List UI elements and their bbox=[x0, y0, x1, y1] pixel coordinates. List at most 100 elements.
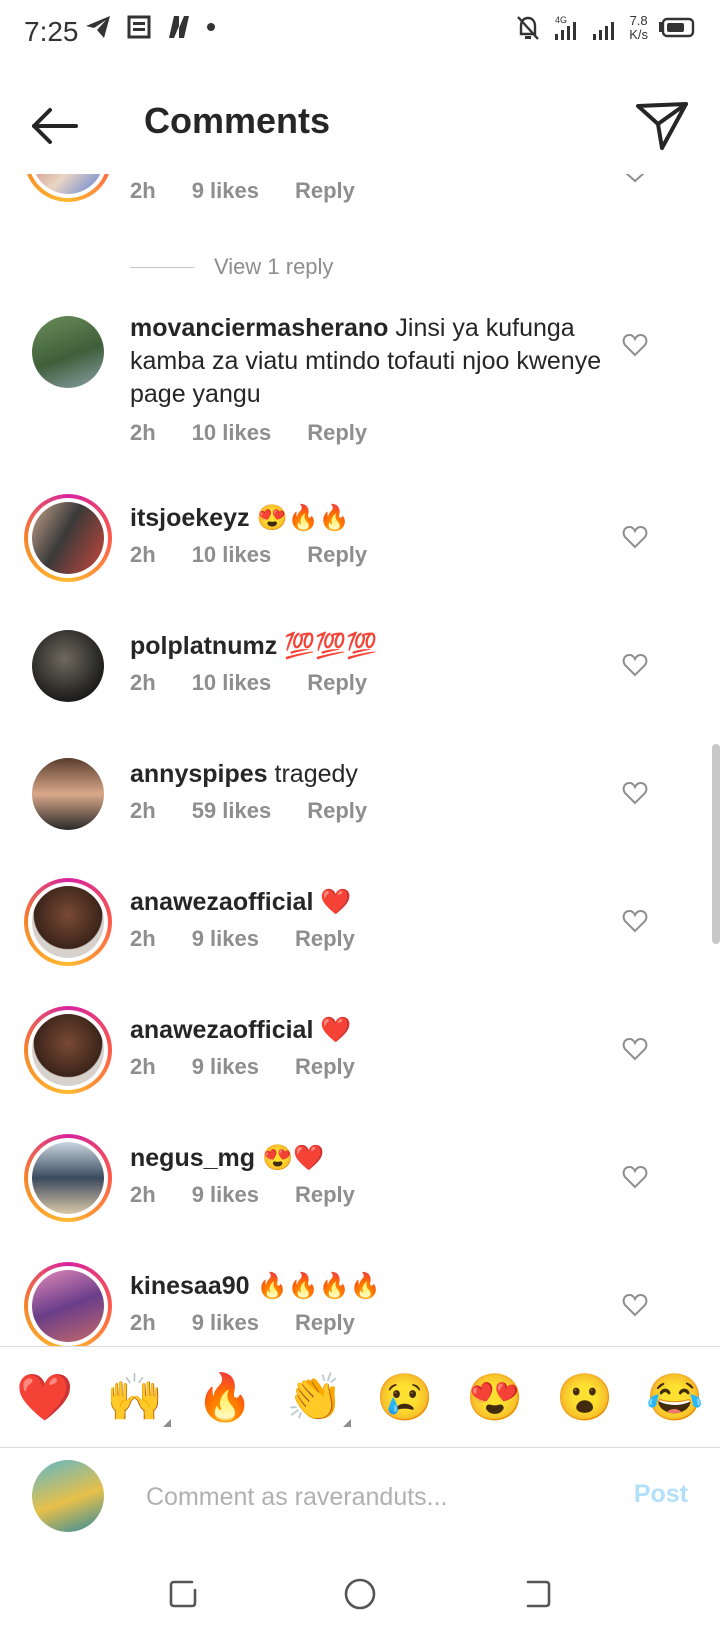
comment-reply[interactable]: Reply bbox=[295, 1182, 355, 1208]
scrollbar[interactable] bbox=[712, 744, 720, 944]
comment-text: movanciermasherano Jinsi ya kufunga kamb… bbox=[130, 312, 630, 411]
comment-username[interactable]: polplatnumz bbox=[130, 632, 277, 660]
emoji-heart: ❤️ bbox=[16, 1370, 74, 1423]
comment-reply[interactable]: Reply bbox=[295, 178, 355, 204]
comment-item-partial: 2h 9 likes Reply View 1 reply bbox=[0, 174, 720, 314]
comment-time: 2h bbox=[130, 926, 156, 951]
post-button[interactable]: Post bbox=[634, 1480, 688, 1509]
emoji-laughing: 😂 bbox=[646, 1370, 704, 1423]
chevron-down-icon[interactable] bbox=[622, 174, 648, 190]
comment-meta: 2h 9 likes Reply bbox=[130, 1182, 391, 1208]
comment-time: 2h bbox=[130, 1310, 156, 1335]
comment-likes[interactable]: 10 likes bbox=[192, 420, 272, 446]
divider bbox=[130, 266, 194, 268]
status-bar: 7:25 4G 7.8 K/s bbox=[0, 0, 720, 64]
view-replies-label: View 1 reply bbox=[214, 254, 334, 279]
heart-icon[interactable] bbox=[622, 780, 648, 806]
comment-body: 😍❤️ bbox=[261, 1144, 325, 1172]
comment-time: 2h bbox=[130, 178, 156, 203]
comment-text: itsjoekeyz 😍🔥🔥 bbox=[130, 502, 630, 535]
heart-icon[interactable] bbox=[622, 524, 648, 550]
heart-icon[interactable] bbox=[622, 908, 648, 934]
comment-likes[interactable]: 9 likes bbox=[192, 926, 259, 952]
comment-text: annyspipes tragedy bbox=[130, 758, 630, 791]
comment-likes[interactable]: 9 likes bbox=[192, 1054, 259, 1080]
comment-reply[interactable]: Reply bbox=[307, 420, 367, 446]
heart-icon[interactable] bbox=[622, 1292, 648, 1318]
comment-username[interactable]: movanciermasherano bbox=[130, 314, 388, 342]
header-bar: Comments bbox=[0, 64, 720, 174]
system-nav-bar bbox=[0, 1546, 720, 1640]
network-speed-value: 7.8 bbox=[629, 13, 648, 28]
emoji-fire-button[interactable]: 🔥 bbox=[185, 1370, 265, 1425]
page-title: Comments bbox=[144, 100, 331, 141]
comment-likes[interactable]: 9 likes bbox=[192, 1310, 259, 1336]
comment-input[interactable] bbox=[144, 1476, 588, 1518]
comment-reply[interactable]: Reply bbox=[307, 670, 367, 696]
comment-username[interactable]: anawezaofficial bbox=[130, 1016, 313, 1044]
comment-reply[interactable]: Reply bbox=[295, 926, 355, 952]
comment-username[interactable]: annyspipes bbox=[130, 760, 268, 788]
emoji-clap: 👏 bbox=[286, 1370, 344, 1423]
comment-username[interactable]: itsjoekeyz bbox=[130, 504, 250, 532]
avatar[interactable] bbox=[24, 1262, 112, 1346]
direct-share-icon[interactable] bbox=[632, 94, 692, 154]
heart-icon[interactable] bbox=[622, 332, 648, 358]
comment-likes[interactable]: 10 likes bbox=[192, 542, 272, 568]
comment-body: 💯💯💯 bbox=[284, 632, 378, 660]
news-icon bbox=[127, 15, 151, 39]
network-speed: 7.8 K/s bbox=[629, 14, 648, 42]
avatar[interactable] bbox=[24, 174, 112, 202]
avatar[interactable] bbox=[24, 878, 112, 966]
comment-meta: 2h 9 likes Reply bbox=[130, 1054, 391, 1080]
comment-item: kinesaa90 🔥🔥🔥🔥 2h 9 likes Reply bbox=[0, 1262, 720, 1346]
comments-list[interactable]: 2h 9 likes Reply View 1 reply movancierm… bbox=[0, 174, 720, 1346]
avatar[interactable] bbox=[24, 1006, 112, 1094]
comment-meta: 2h 59 likes Reply bbox=[130, 798, 403, 824]
avatar[interactable] bbox=[32, 758, 104, 830]
network-speed-unit: K/s bbox=[629, 27, 648, 42]
comment-reply[interactable]: Reply bbox=[307, 542, 367, 568]
avatar[interactable] bbox=[24, 1134, 112, 1222]
avatar[interactable] bbox=[32, 316, 104, 388]
avatar[interactable] bbox=[24, 494, 112, 582]
comment-reply[interactable]: Reply bbox=[295, 1310, 355, 1336]
comment-meta: 2h 9 likes Reply bbox=[130, 1310, 391, 1336]
comment-body: 😍🔥🔥 bbox=[256, 504, 350, 532]
emoji-crying-button[interactable]: 😢 bbox=[365, 1370, 445, 1425]
back-arrow-icon[interactable] bbox=[28, 98, 84, 154]
comment-time: 2h bbox=[130, 542, 156, 567]
comment-item: movanciermasherano Jinsi ya kufunga kamb… bbox=[0, 312, 720, 472]
heart-icon[interactable] bbox=[622, 1164, 648, 1190]
emoji-crying: 😢 bbox=[376, 1370, 434, 1423]
status-notification-icons bbox=[84, 14, 216, 40]
recent-apps-icon[interactable] bbox=[166, 1576, 202, 1612]
heart-icon[interactable] bbox=[622, 652, 648, 678]
emoji-reaction-bar: ❤️ 🙌 🔥 👏 😢 😍 😮 😂 bbox=[0, 1346, 720, 1448]
emoji-heart-eyes-button[interactable]: 😍 bbox=[455, 1370, 535, 1425]
emoji-raising-hands-button[interactable]: 🙌 bbox=[95, 1370, 175, 1427]
comment-likes[interactable]: 9 likes bbox=[192, 1182, 259, 1208]
comment-username[interactable]: kinesaa90 bbox=[130, 1272, 250, 1300]
comment-likes[interactable]: 9 likes bbox=[192, 178, 259, 204]
status-system-icons: 4G 7.8 K/s bbox=[515, 14, 696, 42]
back-nav-icon[interactable] bbox=[518, 1576, 554, 1612]
comment-reply[interactable]: Reply bbox=[295, 1054, 355, 1080]
view-replies-button[interactable]: View 1 reply bbox=[130, 254, 333, 280]
comment-time: 2h bbox=[130, 670, 156, 695]
home-icon[interactable] bbox=[342, 1576, 378, 1612]
comment-likes[interactable]: 10 likes bbox=[192, 670, 272, 696]
comment-username[interactable]: negus_mg bbox=[130, 1144, 255, 1172]
emoji-laughing-button[interactable]: 😂 bbox=[635, 1370, 715, 1425]
emoji-surprised-button[interactable]: 😮 bbox=[545, 1370, 625, 1425]
emoji-clap-button[interactable]: 👏 bbox=[275, 1370, 355, 1427]
comment-likes[interactable]: 59 likes bbox=[192, 798, 272, 824]
emoji-surprised: 😮 bbox=[556, 1370, 614, 1423]
emoji-heart-button[interactable]: ❤️ bbox=[5, 1370, 85, 1425]
comment-reply[interactable]: Reply bbox=[307, 798, 367, 824]
heart-icon[interactable] bbox=[622, 1036, 648, 1062]
comment-body: ❤️ bbox=[320, 1016, 352, 1044]
comment-text: anawezaofficial ❤️ bbox=[130, 1014, 630, 1047]
avatar[interactable] bbox=[32, 630, 104, 702]
comment-username[interactable]: anawezaofficial bbox=[130, 888, 313, 916]
